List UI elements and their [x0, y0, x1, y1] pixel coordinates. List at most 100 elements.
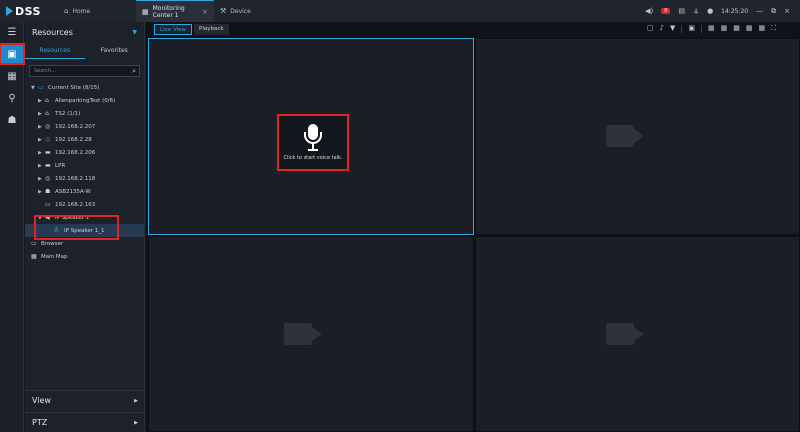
- tree-node-label: Browser: [41, 240, 64, 247]
- view-section[interactable]: View ▶: [25, 390, 145, 410]
- tree-node-label: 192.168.2.207: [55, 123, 96, 130]
- video-cell-4[interactable]: [475, 236, 800, 432]
- video-cell-3[interactable]: [148, 236, 474, 432]
- highlight-box: [34, 215, 119, 240]
- tree-node-label: ASB2135A-W: [55, 188, 91, 195]
- tree-node-lpr[interactable]: ▶ ▬ LPR: [25, 159, 144, 172]
- expand-arrow-icon[interactable]: ▶: [38, 189, 45, 195]
- hamburger-menu-icon[interactable]: ☰: [0, 22, 24, 42]
- layout-1-icon[interactable]: ▦: [708, 24, 715, 33]
- dss-logo: DSS: [0, 5, 58, 18]
- home-icon: ⌂: [64, 7, 69, 15]
- no-video-camera-icon: [606, 317, 646, 351]
- nvr-icon: ▬: [45, 149, 51, 156]
- tree-node-192-168-2-118[interactable]: ▶ ◎ 192.168.2.118: [25, 172, 144, 185]
- resources-panel: Resources ▼ Resources Favorites ⌕ ▼ ▭ Cu…: [25, 22, 145, 432]
- grid-icon: ▦: [142, 7, 149, 16]
- tab-device-label: Device: [230, 7, 251, 15]
- network-icon[interactable]: ⚶: [693, 7, 699, 15]
- layout-16-icon[interactable]: ▦: [746, 24, 753, 33]
- fullscreen-icon[interactable]: ⛶: [771, 24, 776, 33]
- camera-icon: ◎: [45, 123, 51, 130]
- tree-node-label: LPR: [55, 162, 66, 169]
- brand-text: DSS: [15, 4, 41, 18]
- monitor-icon[interactable]: ▣: [0, 43, 25, 65]
- voice-talk-button[interactable]: Click to start voice talk.: [277, 114, 349, 171]
- panel-tabs: Resources Favorites: [25, 43, 144, 59]
- tab-monitoring-center-label: Monitoring Center 1: [152, 4, 185, 19]
- user-icon[interactable]: ●: [707, 7, 713, 15]
- search-input[interactable]: [30, 66, 133, 76]
- tab-home-label: Home: [72, 7, 91, 15]
- tree-node-label: Current Site (8/15): [48, 84, 100, 91]
- tree-node-allenparkingtest[interactable]: ▶ ⌂ AllenparkingTest (0/6): [25, 94, 144, 107]
- left-rail: ☰ ▣ ▦ ⚲ ☗: [0, 22, 25, 432]
- tab-playback[interactable]: Playback: [194, 24, 229, 35]
- view-section-label: View: [32, 396, 51, 405]
- tab-home[interactable]: ⌂ Home: [58, 0, 136, 22]
- snapshot-icon[interactable]: ▢: [647, 24, 654, 33]
- alarm-count-badge[interactable]: 0: [661, 8, 671, 14]
- tasks-icon[interactable]: ▤: [678, 7, 685, 15]
- no-video-camera-icon: [606, 119, 646, 153]
- video-cell-1[interactable]: Click to start voice talk.: [148, 38, 474, 235]
- close-window-button[interactable]: ×: [784, 7, 790, 15]
- org-icon: ⌂: [45, 110, 49, 117]
- wrench-icon: ⚒: [220, 7, 227, 15]
- expand-arrow-icon[interactable]: ▶: [38, 137, 45, 143]
- expand-arrow-icon[interactable]: ▶: [38, 163, 45, 169]
- alert-camera-icon: ◎: [45, 136, 51, 143]
- volume-icon[interactable]: ◀): [645, 7, 653, 15]
- expand-arrow-icon[interactable]: ▶: [38, 98, 45, 104]
- person-icon[interactable]: ☗: [0, 110, 24, 130]
- video-cell-2[interactable]: [475, 38, 800, 235]
- restore-button[interactable]: ⧉: [771, 7, 776, 16]
- tab-favorites[interactable]: Favorites: [85, 43, 145, 59]
- tree-node-ts2[interactable]: ▶ ⌂ TS2 (1/1): [25, 107, 144, 120]
- main-area: Live View Playback ▢ ♪ ▼ ▣ ▦ ▦ ▦ ▦ ▦ ⛶ C…: [146, 22, 800, 432]
- map-icon: ▦: [31, 253, 37, 260]
- map-icon[interactable]: ⚲: [0, 88, 24, 108]
- tree-node-192-168-2-163[interactable]: ▭ 192.168.2.163: [25, 198, 144, 211]
- minimize-button[interactable]: —: [756, 7, 763, 15]
- layout-custom-icon[interactable]: ▦: [758, 24, 765, 33]
- alarm-icon[interactable]: ♪: [659, 24, 663, 33]
- tab-live-view[interactable]: Live View: [154, 24, 193, 35]
- layout-4-icon[interactable]: ▦: [721, 24, 728, 33]
- camera-icon: ◎: [45, 175, 51, 182]
- close-tab-icon[interactable]: ×: [202, 8, 208, 16]
- tree-node-192-168-2-28[interactable]: ▶ ◎ 192.168.2.28: [25, 133, 144, 146]
- chevron-right-icon: ▶: [134, 419, 138, 426]
- expand-arrow-icon[interactable]: ▶: [38, 124, 45, 130]
- save-view-icon[interactable]: ▣: [688, 24, 695, 33]
- title-bar-right: ◀) 0 ▤ ⚶ ● 14:25:20 — ⧉ ×: [645, 7, 800, 16]
- expand-arrow-icon[interactable]: ▼: [31, 85, 38, 91]
- tab-device[interactable]: ⚒ Device: [214, 0, 274, 22]
- layout-9-icon[interactable]: ▦: [733, 24, 740, 33]
- tree-node-main-map[interactable]: ▦ Main Map: [25, 250, 144, 263]
- tab-monitoring-center[interactable]: ▦ Monitoring Center 1 ×: [136, 0, 214, 22]
- panel-header: Resources ▼: [25, 22, 144, 42]
- browser-icon: ▭: [31, 240, 37, 247]
- expand-arrow-icon[interactable]: ▶: [38, 111, 45, 117]
- tab-resources[interactable]: Resources: [25, 43, 85, 59]
- search-icon[interactable]: ⌕: [132, 67, 139, 76]
- org-icon: ⌂: [45, 97, 49, 104]
- tree-node-192-168-2-206[interactable]: ▶ ▬ 192.168.2.206: [25, 146, 144, 159]
- tree-node-label: 192.168.2.206: [55, 149, 96, 156]
- expand-arrow-icon[interactable]: ▶: [38, 176, 45, 182]
- expand-arrow-icon[interactable]: ▶: [38, 150, 45, 156]
- tree-node-label: Main Map: [41, 253, 68, 260]
- tree-node-label: TS2 (1/1): [55, 110, 81, 117]
- collapse-caret-icon[interactable]: ▼: [132, 29, 137, 36]
- tree-node-current-site[interactable]: ▼ ▭ Current Site (8/15): [25, 81, 144, 94]
- microphone-icon: [303, 124, 323, 152]
- person-icon: ☗: [45, 188, 51, 195]
- grid-icon[interactable]: ▦: [0, 66, 24, 86]
- ptz-section-label: PTZ: [32, 418, 48, 427]
- bookmark-icon[interactable]: ▼: [670, 24, 675, 33]
- ptz-section[interactable]: PTZ ▶: [25, 412, 145, 432]
- tree-node-192-168-2-207[interactable]: ▶ ◎ 192.168.2.207: [25, 120, 144, 133]
- clock: 14:25:20: [721, 7, 749, 15]
- tree-node-asb2135a-w[interactable]: ▶ ☗ ASB2135A-W: [25, 185, 144, 198]
